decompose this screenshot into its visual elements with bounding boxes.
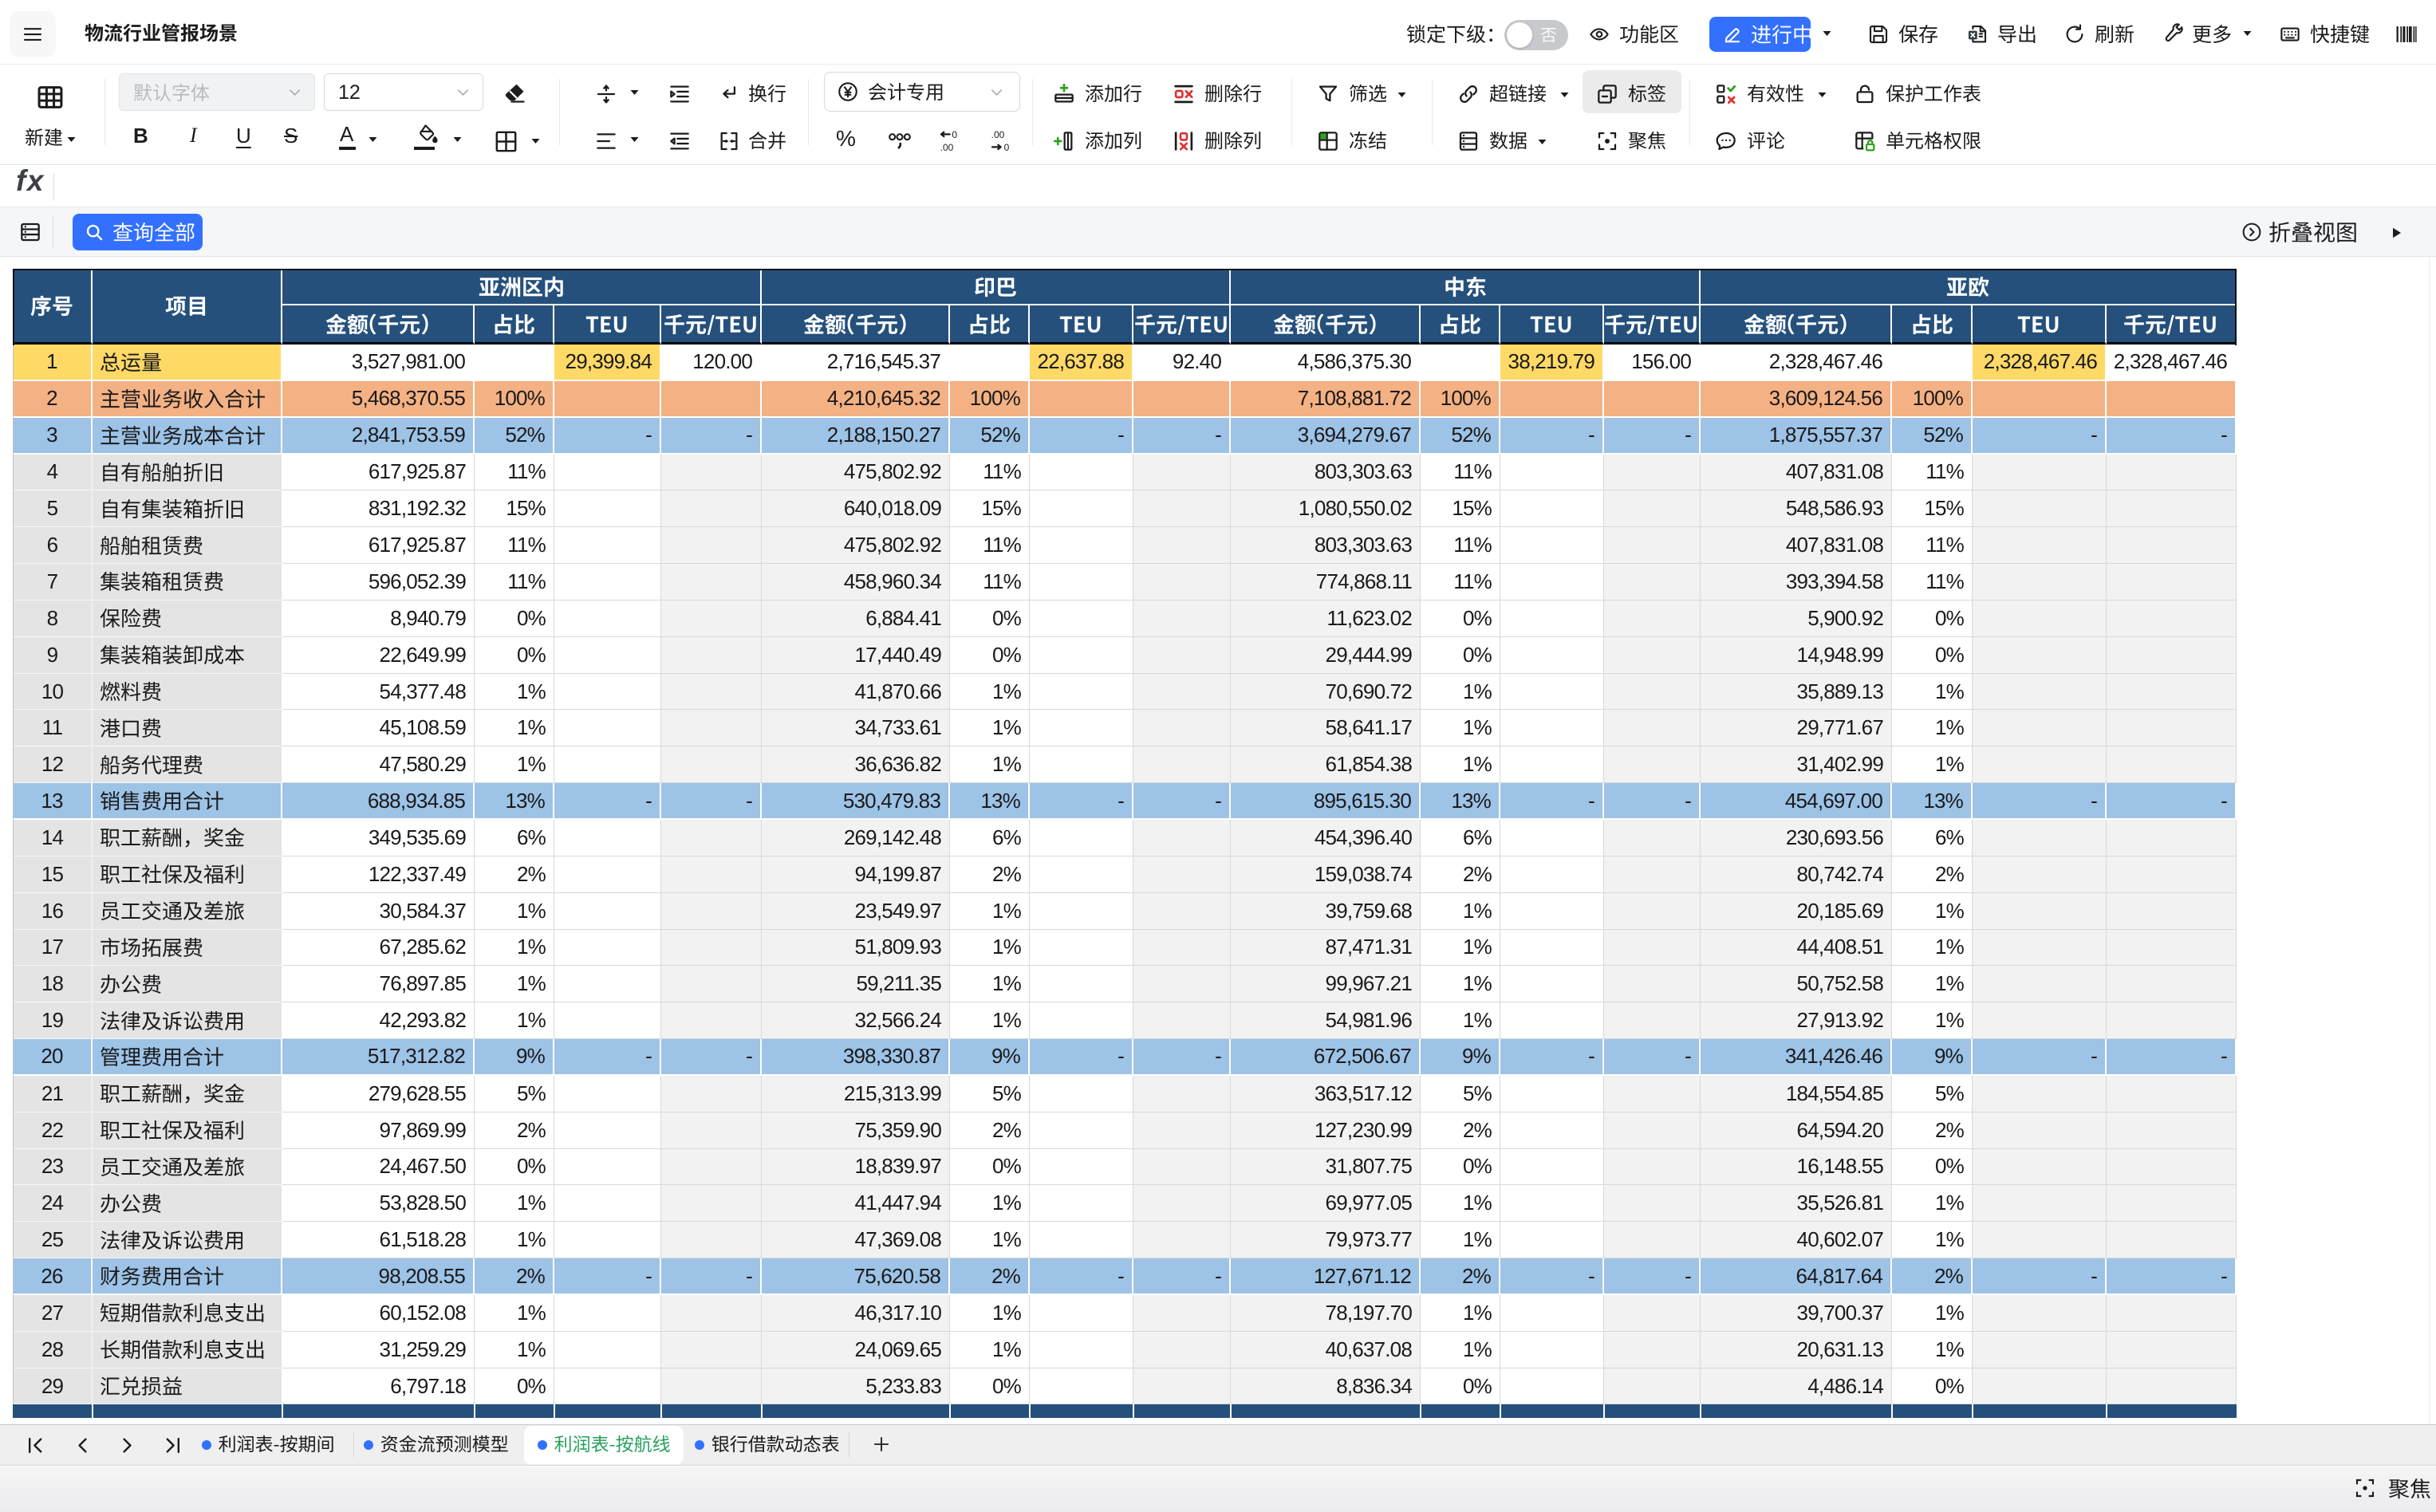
svg-text:0: 0 xyxy=(1004,142,1010,153)
svg-text:0: 0 xyxy=(952,129,957,140)
svg-text:.00: .00 xyxy=(940,142,954,153)
svg-text:.00: .00 xyxy=(991,129,1005,140)
